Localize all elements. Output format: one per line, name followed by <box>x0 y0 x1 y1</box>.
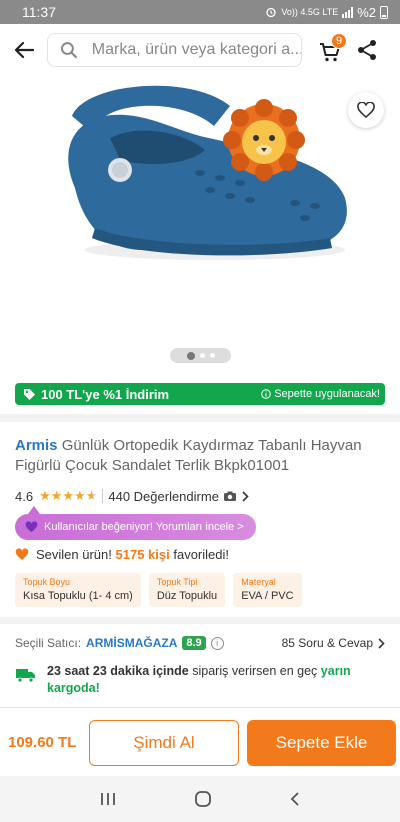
pager-dot <box>199 353 205 358</box>
system-nav-bar <box>0 776 400 822</box>
product-title: Armis Günlük Ortopedik Kaydırmaz Tabanlı… <box>15 436 385 476</box>
favorite-count: 5175 kişi <box>115 547 170 562</box>
discount-text: 100 TL'ye %1 İndirim <box>41 386 170 402</box>
price: 109.60 TL <box>8 734 77 751</box>
search-placeholder: Marka, ürün veya kategori a... <box>91 41 301 58</box>
battery-text: %2 <box>357 4 376 20</box>
favorite-button[interactable] <box>348 92 384 128</box>
chevron-right-icon <box>242 490 249 502</box>
attribute-value: EVA / PVC <box>241 590 294 602</box>
star-icon: ★ <box>50 488 63 503</box>
rating-score: 4.6 <box>15 488 34 504</box>
tag-icon <box>24 388 35 400</box>
seller-row: Seçili Satıcı: ARMİSMAĞAZA 8.9 i 85 Soru… <box>15 634 385 652</box>
cart-badge: 9 <box>331 33 347 49</box>
search-icon <box>60 42 77 59</box>
section-divider <box>0 617 400 624</box>
arrow-left-icon <box>14 41 34 59</box>
qa-link[interactable]: 85 Soru & Cevap <box>282 636 385 650</box>
attribute-value: Kısa Topuklu (1- 4 cm) <box>23 590 133 602</box>
signal-icon <box>342 6 354 18</box>
favorite-info: Sevilen ürün! 5175 kişi favoriledi! <box>15 547 229 562</box>
product-name: Günlük Ortopedik Kaydırmaz Tabanlı Hayva… <box>15 437 362 474</box>
recent-apps-icon[interactable] <box>99 791 117 807</box>
share-icon <box>358 40 376 60</box>
cart-button[interactable]: 9 <box>318 33 348 66</box>
attribute-chip: Materyal EVA / PVC <box>233 573 302 607</box>
brand-link[interactable]: Armis <box>15 437 58 454</box>
product-image[interactable] <box>0 78 400 372</box>
delivery-text: sipariş verirsen en geç <box>192 664 318 678</box>
star-icon: ★ <box>39 488 51 503</box>
favorite-suffix: favoriledi! <box>173 547 229 562</box>
reviews-pill[interactable]: Kullanıcılar beğeniyor! Yorumları incele… <box>15 514 256 540</box>
home-icon[interactable] <box>194 790 212 808</box>
chevron-right-icon <box>378 637 385 649</box>
star-half-icon: ★ <box>85 488 98 503</box>
rating-row[interactable]: 4.6 ★ ★ ★ ★ ★ 440 Değerlendirme <box>15 488 249 504</box>
review-count[interactable]: 440 Değerlendirme <box>108 489 219 504</box>
pager-dot <box>209 353 215 358</box>
attribute-label: Materyal <box>241 577 276 587</box>
alarm-icon <box>266 7 276 18</box>
seller-name-link[interactable]: ARMİSMAĞAZA <box>86 636 177 650</box>
truck-icon <box>16 669 35 683</box>
attribute-label: Topuk Tipi <box>156 577 198 587</box>
rating-divider <box>102 489 104 503</box>
delivery-time: 23 saat 23 dakika içinde <box>47 664 189 678</box>
attribute-chip: Topuk Boyu Kısa Topuklu (1- 4 cm) <box>15 573 141 607</box>
seller-info-icon[interactable]: i <box>210 636 224 650</box>
image-pager[interactable] <box>170 348 231 363</box>
discount-banner[interactable]: 100 TL'ye %1 İndirim Sepette uygulanacak… <box>15 383 385 405</box>
status-bar: 11:37 Vo)) 4.5G LTE %2 <box>0 0 400 24</box>
seller-score-badge: 8.9 <box>182 636 206 650</box>
reviews-pill-text: Kullanıcılar beğeniyor! Yorumları incele… <box>44 521 244 533</box>
attribute-value: Düz Topuklu <box>156 590 218 602</box>
heart-icon <box>357 102 375 118</box>
buy-now-button[interactable]: Şimdi Al <box>89 720 239 766</box>
attribute-chip: Topuk Tipi Düz Topuklu <box>148 573 226 607</box>
pager-dot-active <box>186 351 195 360</box>
section-divider <box>0 414 400 422</box>
qa-text: 85 Soru & Cevap <box>281 636 373 650</box>
system-back-icon[interactable] <box>289 791 301 807</box>
status-icons: Vo)) 4.5G LTE %2 <box>265 5 388 20</box>
add-to-cart-button[interactable]: Sepete Ekle <box>247 720 396 766</box>
heart-filled-icon <box>25 521 38 533</box>
attribute-label: Topuk Boyu <box>23 577 71 587</box>
header: Marka, ürün veya kategori a... 9 <box>0 24 400 76</box>
delivery-info: 23 saat 23 dakika içinde sipariş verirse… <box>15 663 385 697</box>
sandal-image <box>68 85 347 260</box>
bottom-bar: 109.60 TL Şimdi Al Sepete Ekle <box>0 708 400 776</box>
seller-label: Seçili Satıcı: <box>15 636 82 650</box>
star-icon: ★ <box>74 488 86 503</box>
share-button[interactable] <box>356 38 378 62</box>
discount-note: Sepette uygulanacak! <box>274 388 380 400</box>
pill-tail <box>28 506 40 514</box>
search-input[interactable]: Marka, ürün veya kategori a... <box>47 33 302 67</box>
back-button[interactable] <box>2 24 46 76</box>
battery-icon <box>380 5 388 19</box>
favorite-prefix: Sevilen ürün! <box>36 547 112 562</box>
attributes: Topuk Boyu Kısa Topuklu (1- 4 cm) Topuk … <box>15 573 302 607</box>
network-label: Vo)) 4.5G LTE <box>281 7 339 17</box>
rating-stars: ★ ★ ★ ★ ★ <box>39 488 97 504</box>
camera-icon <box>223 491 236 501</box>
status-time: 11:37 <box>22 4 56 20</box>
star-icon: ★ <box>62 488 75 503</box>
info-icon <box>261 389 271 399</box>
heart-orange-icon <box>15 548 29 560</box>
